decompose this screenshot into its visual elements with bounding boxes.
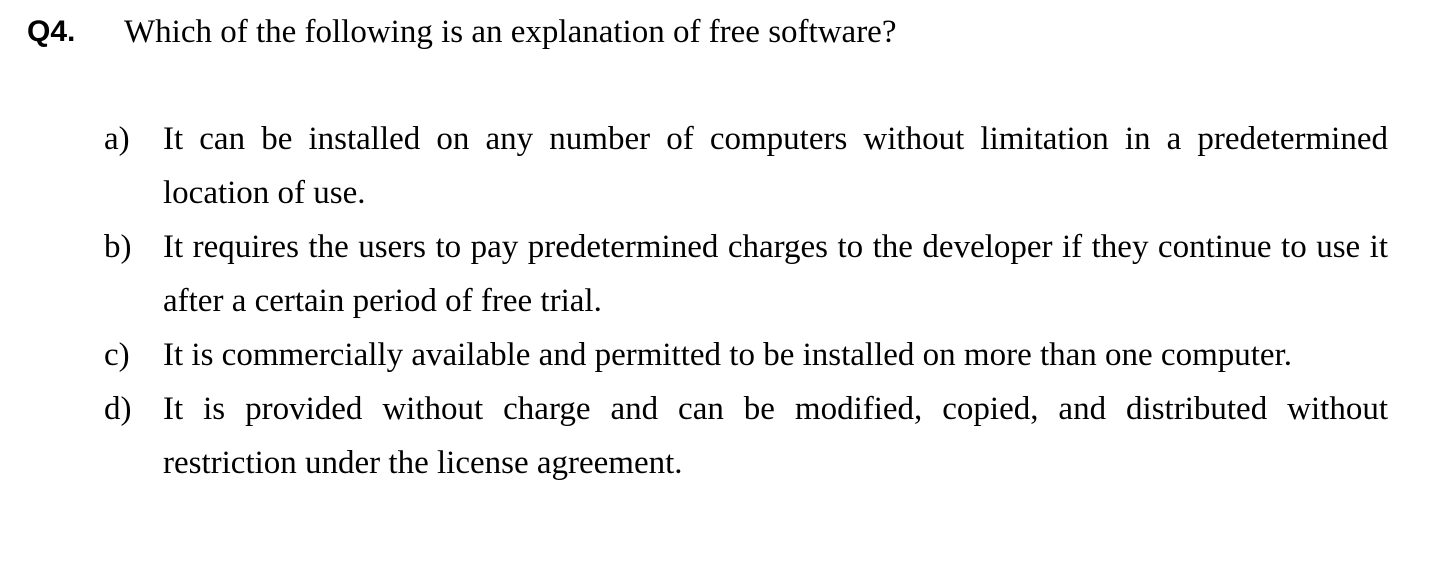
option-b[interactable]: b) It requires the users to pay predeter… xyxy=(104,220,1388,328)
option-c[interactable]: c) It is commercially available and perm… xyxy=(104,328,1388,382)
question-text: Which of the following is an explanation… xyxy=(124,14,897,50)
option-letter: c) xyxy=(104,337,130,373)
option-text: It can be installed on any number of com… xyxy=(163,121,1388,211)
option-text: It is commercially available and permitt… xyxy=(163,337,1292,373)
option-text: It is provided without charge and can be… xyxy=(163,391,1388,481)
answer-options: a) It can be installed on any number of … xyxy=(104,112,1388,490)
question-number: Q4. xyxy=(27,15,76,48)
option-text: It requires the users to pay predetermin… xyxy=(163,229,1388,319)
option-letter: b) xyxy=(104,229,132,265)
option-letter: a) xyxy=(104,121,130,157)
option-letter: d) xyxy=(104,391,132,427)
option-a[interactable]: a) It can be installed on any number of … xyxy=(104,112,1388,220)
option-d[interactable]: d) It is provided without charge and can… xyxy=(104,382,1388,490)
